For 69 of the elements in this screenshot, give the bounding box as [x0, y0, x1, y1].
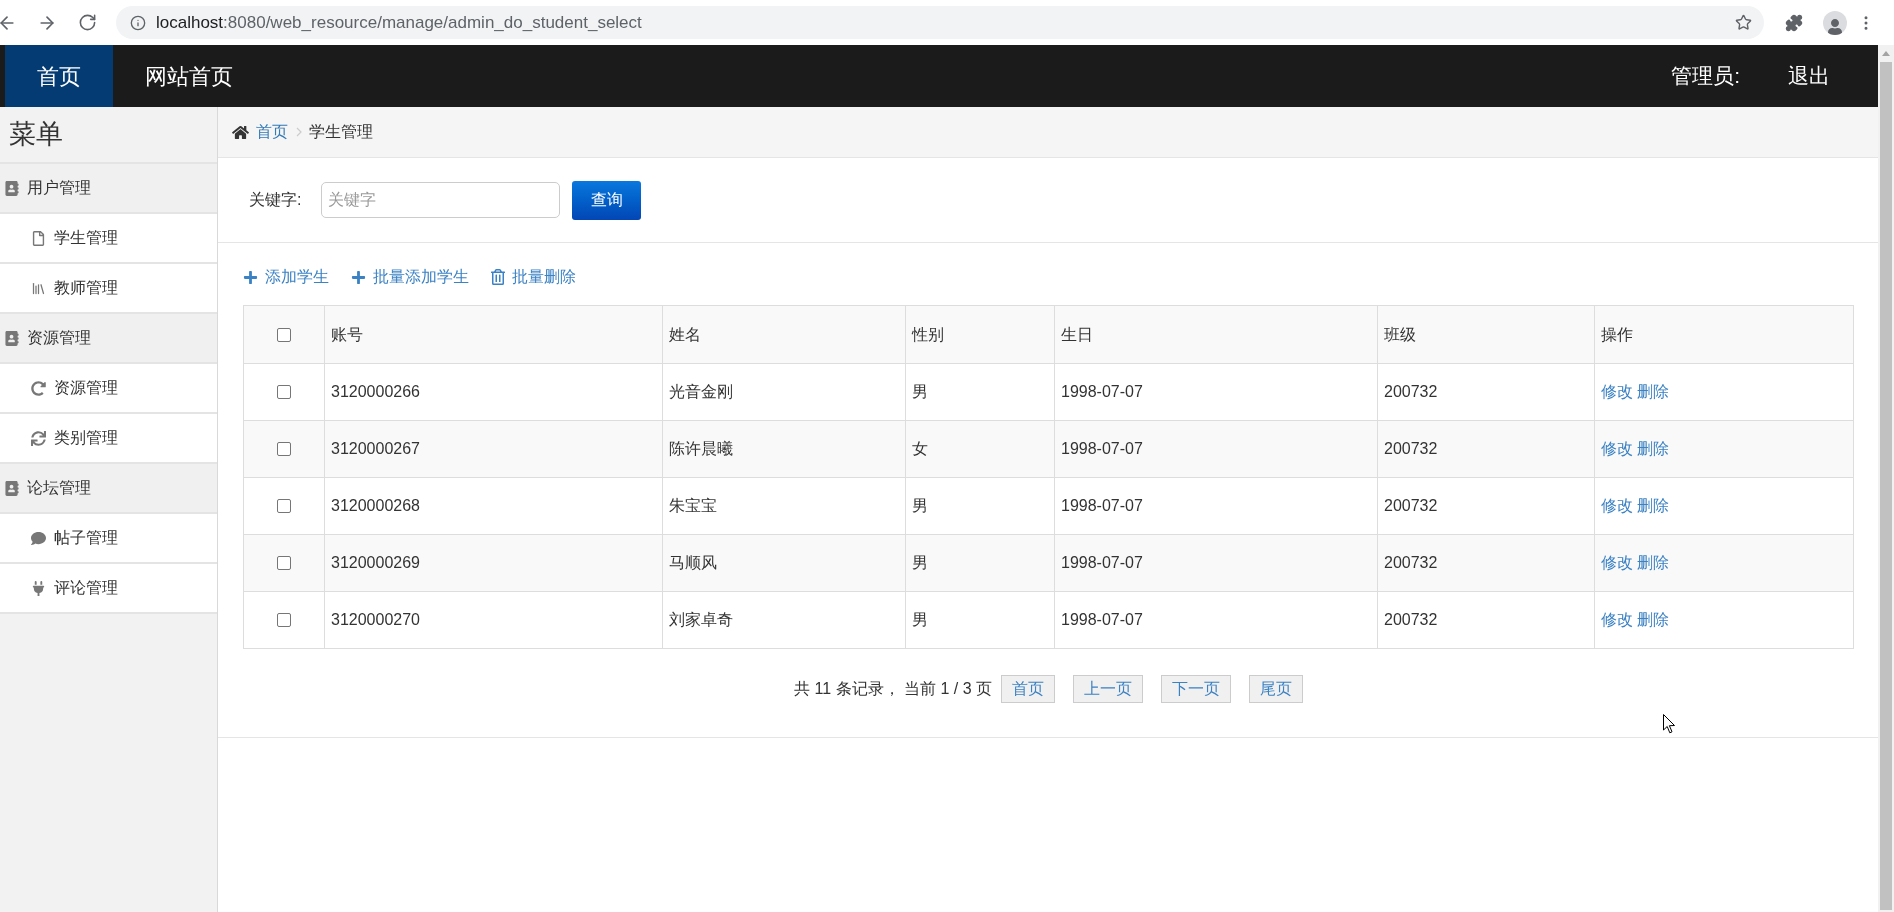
search-button[interactable]: 查询 [572, 180, 642, 220]
speech-bubble-icon [31, 530, 46, 546]
pagination-button[interactable]: 上一页 [1073, 675, 1143, 703]
info-icon[interactable] [130, 14, 146, 31]
address-book-icon [5, 330, 19, 346]
record-summary: 共 11 条记录， 当前 1 / 3 页 [794, 679, 992, 699]
sidebar-item[interactable]: 评论管理 [0, 564, 217, 614]
row-checkbox[interactable] [277, 499, 291, 513]
plug-icon [31, 580, 46, 596]
table-cell: 男 [906, 592, 1055, 648]
reload-icon[interactable] [78, 13, 97, 32]
add-link[interactable]: 批量添加学生 [351, 265, 469, 289]
nav-tab[interactable]: 首页 [5, 45, 113, 107]
keyword-label: 关键字: [249, 190, 302, 210]
breadcrumb-current: 学生管理 [309, 122, 373, 142]
edit-link[interactable]: 修改 [1601, 551, 1633, 575]
table-cell: 3120000270 [325, 592, 663, 648]
table-cell: 200732 [1378, 592, 1595, 648]
sidebar-item[interactable]: 帖子管理 [0, 514, 217, 564]
pagination-button[interactable]: 下一页 [1161, 675, 1231, 703]
edit-link[interactable]: 修改 [1601, 494, 1633, 518]
nav-tab[interactable]: 网站首页 [113, 45, 265, 107]
edit-link[interactable]: 修改 [1601, 437, 1633, 461]
sidebar-item[interactable]: 教师管理 [0, 264, 217, 314]
address-bar[interactable]: localhost:8080/web_resource/manage/admin_do_student_select [116, 6, 1764, 39]
star-icon[interactable] [1735, 14, 1752, 31]
row-checkbox[interactable] [277, 613, 291, 627]
profile-avatar-icon[interactable] [1823, 10, 1847, 35]
plus-icon [243, 269, 258, 285]
delete-link[interactable]: 删除 [1637, 437, 1669, 461]
table-cell: 1998-07-07 [1055, 592, 1378, 648]
edit-link[interactable]: 修改 [1601, 608, 1633, 632]
address-book-icon [5, 180, 19, 196]
trash-icon [491, 269, 505, 285]
admin-label: 管理员: [1671, 63, 1740, 90]
pagination-button[interactable]: 首页 [1001, 675, 1055, 703]
keyword-input[interactable]: 关键字 [321, 182, 561, 218]
column-header: 操作 [1600, 324, 1634, 345]
delete-link[interactable]: 删除 [1637, 551, 1669, 575]
puzzle-icon[interactable] [1785, 13, 1803, 32]
table-cell: 刘家卓奇 [663, 592, 906, 648]
delete-link[interactable]: 删除 [1637, 494, 1669, 518]
sidebar-item[interactable]: 学生管理 [0, 214, 217, 264]
row-checkbox[interactable] [277, 556, 291, 570]
sync-icon [31, 430, 46, 446]
select-all-checkbox[interactable] [277, 327, 291, 342]
delete-link[interactable]: 删除 [1637, 608, 1669, 632]
file-icon [31, 230, 46, 246]
home-icon[interactable] [232, 124, 249, 140]
mouse-pointer-icon [1663, 714, 1676, 734]
url-text[interactable]: localhost:8080/web_resource/manage/admin_do_student_select [156, 9, 642, 36]
row-checkbox[interactable] [277, 442, 291, 456]
pagination-button[interactable]: 尾页 [1249, 675, 1303, 703]
breadcrumb-link[interactable]: 首页 [256, 120, 288, 144]
row-checkbox[interactable] [277, 385, 291, 399]
books-icon [31, 280, 46, 296]
menu-title: 菜单 [9, 118, 63, 152]
delete-link[interactable]: 删除 [1637, 380, 1669, 404]
address-book-icon [5, 480, 19, 496]
batch-delete-link[interactable]: 批量删除 [491, 265, 576, 289]
redo-icon [31, 380, 46, 396]
add-link[interactable]: 添加学生 [243, 265, 329, 289]
plus-icon [351, 269, 366, 285]
logout-link[interactable]: 退出 [1788, 60, 1830, 92]
scrollbar-thumb[interactable] [1880, 62, 1892, 910]
sidebar-item[interactable]: 资源管理 [0, 364, 217, 414]
edit-link[interactable]: 修改 [1601, 380, 1633, 404]
chevron-icon [296, 127, 302, 137]
sidebar-item[interactable]: 类别管理 [0, 414, 217, 464]
